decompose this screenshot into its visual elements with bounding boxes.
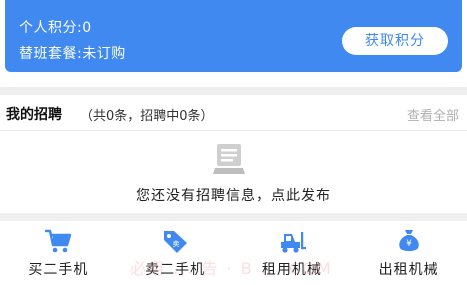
price-tag-icon: 卖 (164, 231, 188, 253)
nav-rent-machinery[interactable]: 租用机械 (234, 221, 351, 285)
nav-buy-label: 买二手机 (28, 262, 89, 278)
nav-buy-used-machine[interactable]: 买二手机 (0, 221, 117, 285)
nav-lease-out-machinery[interactable]: ¥ 出租机械 (350, 221, 467, 285)
svg-text:卖: 卖 (173, 240, 180, 248)
recruit-section-header: 我的招聘 （共0条，招聘中0条） 查看全部 (0, 95, 467, 131)
recruit-count-text: （共0条，招聘中0条） (80, 109, 214, 124)
recruit-section-title: 我的招聘 (6, 107, 62, 123)
forklift-icon (280, 232, 306, 253)
personal-points-text: 个人积分:0 (19, 20, 92, 36)
bottom-nav: 买二手机 卖 卖二手机 租用机械 ¥ 出租机械 (0, 221, 467, 285)
nav-rent-label: 租用机械 (261, 262, 322, 278)
shopping-cart-icon (45, 229, 72, 253)
section-separator (0, 213, 467, 221)
get-points-button[interactable]: 获取积分 (342, 27, 448, 55)
money-bag-icon: ¥ (398, 230, 419, 251)
nav-sell-label: 卖二手机 (145, 262, 206, 278)
document-stack-icon (213, 144, 245, 174)
section-separator (0, 87, 467, 95)
shift-package-text: 替班套餐:未订购 (19, 46, 126, 62)
post-recruitment-empty-state[interactable]: 您还没有招聘信息，点此发布 (0, 131, 467, 213)
svg-text:¥: ¥ (406, 239, 412, 249)
view-all-link[interactable]: 查看全部 (407, 105, 459, 124)
points-card: 个人积分:0 替班套餐:未订购 获取积分 (5, 0, 462, 72)
nav-lease-out-label: 出租机械 (378, 262, 439, 278)
empty-state-message: 您还没有招聘信息，点此发布 (136, 188, 331, 204)
nav-sell-used-machine[interactable]: 卖 卖二手机 (117, 221, 234, 285)
